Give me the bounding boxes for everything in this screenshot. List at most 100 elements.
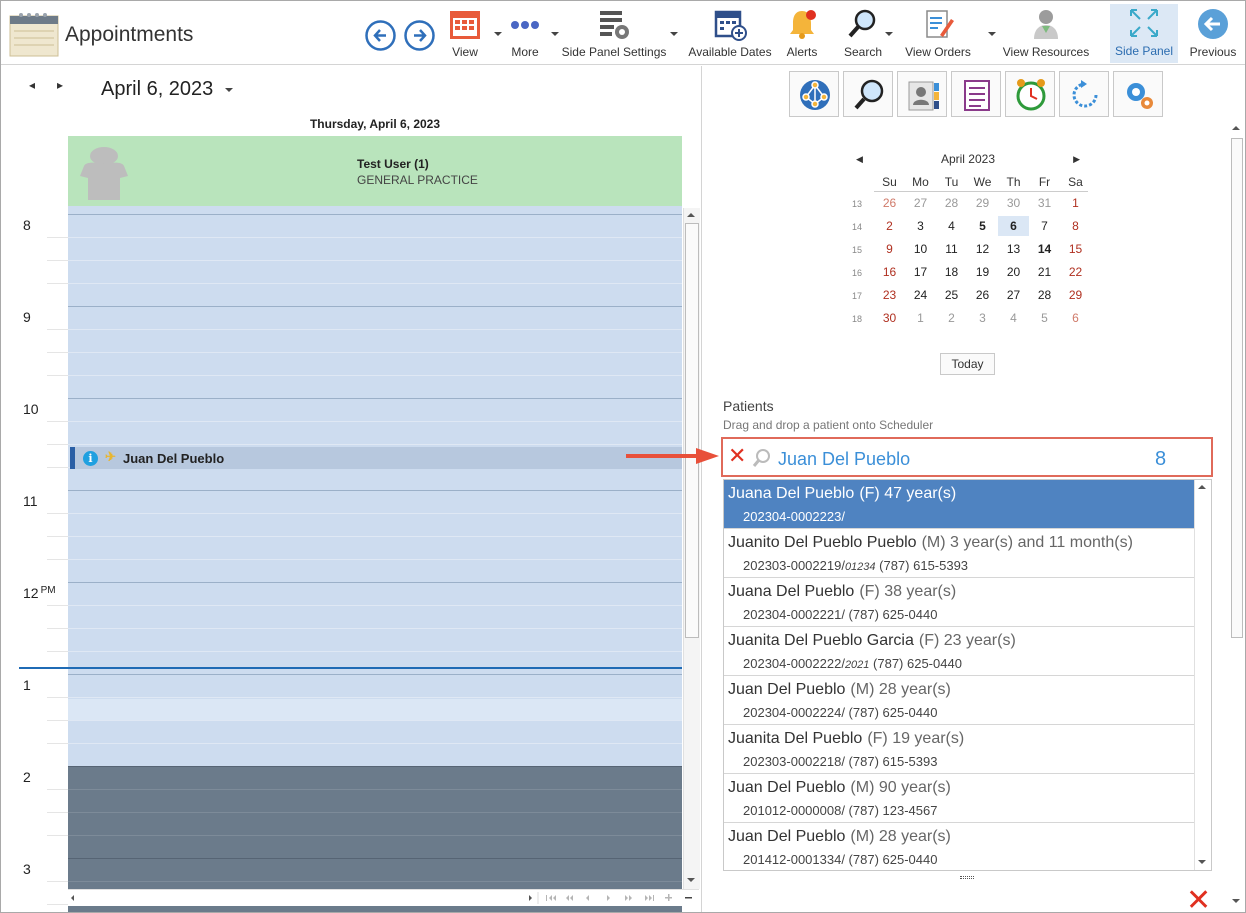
- patient-list-item[interactable]: Juanita Del Pueblo Garcia (F) 23 year(s) 2…: [724, 627, 1195, 676]
- date-dropdown-icon[interactable]: [225, 88, 233, 92]
- calendar-day[interactable]: 5: [967, 219, 998, 233]
- next-day-arrow-icon[interactable]: ▸: [57, 78, 63, 92]
- scroll-down-arrow[interactable]: [687, 878, 695, 882]
- panel-scroll-down-arrow[interactable]: [1232, 899, 1240, 903]
- calendar-day[interactable]: 29: [1060, 288, 1091, 302]
- calendar-day[interactable]: 9: [874, 242, 905, 256]
- patient-list-item[interactable]: Juana Del Pueblo (F) 47 year(s) 202304-000…: [724, 480, 1195, 529]
- calendar-day[interactable]: 20: [998, 265, 1029, 279]
- calendar-day[interactable]: 30: [874, 311, 905, 325]
- side-panel-settings-dropdown-arrow[interactable]: [670, 32, 678, 36]
- view-dropdown-arrow[interactable]: [494, 32, 502, 36]
- calendar-day[interactable]: 7: [1029, 219, 1060, 233]
- forward-nav-icon[interactable]: [404, 20, 435, 51]
- calendar-day[interactable]: 26: [874, 196, 905, 210]
- refresh-button[interactable]: [1059, 71, 1109, 117]
- date-title[interactable]: April 6, 2023: [101, 78, 213, 101]
- view-orders-button[interactable]: View Orders: [903, 5, 973, 63]
- calendar-day[interactable]: 15: [1060, 242, 1091, 256]
- calendar-day[interactable]: 25: [936, 288, 967, 302]
- calendar-day[interactable]: 4: [998, 311, 1029, 325]
- search-dropdown-arrow[interactable]: [885, 32, 893, 36]
- patient-list-item[interactable]: Juan Del Pueblo (M) 28 year(s) 202304-0002…: [724, 676, 1195, 725]
- side-panel-settings-button[interactable]: Side Panel Settings: [560, 5, 668, 63]
- calendar-day[interactable]: 23: [874, 288, 905, 302]
- search-button[interactable]: Search: [840, 5, 886, 63]
- calendar-day[interactable]: 1: [905, 311, 936, 325]
- calendar-day[interactable]: 28: [1029, 288, 1060, 302]
- network-button[interactable]: [789, 71, 839, 117]
- calendar-day[interactable]: 13: [998, 242, 1029, 256]
- calendar-day[interactable]: 18: [936, 265, 967, 279]
- next-month-arrow-icon[interactable]: ▶: [1073, 148, 1080, 170]
- previous-button[interactable]: Previous: [1186, 5, 1240, 63]
- scroll-nav-controls[interactable]: [68, 890, 699, 906]
- prev-month-arrow-icon[interactable]: ◀: [856, 148, 863, 170]
- calendar-day[interactable]: 4: [936, 219, 967, 233]
- calendar-day[interactable]: 29: [967, 196, 998, 210]
- calendar-day[interactable]: 27: [998, 288, 1029, 302]
- calendar-day[interactable]: 14: [1029, 242, 1060, 256]
- calendar-day[interactable]: 5: [1029, 311, 1060, 325]
- calendar-day[interactable]: 21: [1029, 265, 1060, 279]
- alerts-button[interactable]: Alerts: [781, 5, 823, 63]
- calendar-day[interactable]: 2: [936, 311, 967, 325]
- patient-list-item[interactable]: Juanita Del Pueblo (F) 19 year(s) 202303-0…: [724, 725, 1195, 774]
- scheduler-vertical-scrollbar[interactable]: [683, 208, 700, 889]
- patient-search-box[interactable]: ✕ Juan Del Pueblo 8: [721, 437, 1213, 477]
- calendar-day[interactable]: 30: [998, 196, 1029, 210]
- calendar-day[interactable]: 8: [1060, 219, 1091, 233]
- appointment-block[interactable]: i ✈ Juan Del Pueblo: [70, 447, 682, 469]
- list-scroll-down-arrow[interactable]: [1198, 860, 1206, 864]
- list-scroll-up-arrow[interactable]: [1198, 485, 1206, 489]
- calendar-day[interactable]: 27: [905, 196, 936, 210]
- patient-list-item[interactable]: Juana Del Pueblo (F) 38 year(s) 202304-000…: [724, 578, 1195, 627]
- side-panel-scrollbar[interactable]: [1229, 124, 1245, 909]
- time-grid[interactable]: 8 9 10 11 12 PM 1 2 3 i ✈ Juan Del Pueblo: [19, 206, 682, 912]
- more-button[interactable]: More: [504, 5, 546, 63]
- calendar-day[interactable]: 3: [905, 219, 936, 233]
- scheduler-horizontal-scrollbar[interactable]: [68, 889, 699, 906]
- back-nav-icon[interactable]: [365, 20, 396, 51]
- patient-list-item[interactable]: Juanito Del Pueblo Pueblo (M) 3 year(s) a…: [724, 529, 1195, 578]
- calendar-day[interactable]: 6: [998, 216, 1029, 236]
- scroll-thumb[interactable]: [685, 223, 699, 638]
- calendar-day[interactable]: 28: [936, 196, 967, 210]
- patient-search-input[interactable]: Juan Del Pueblo: [778, 449, 910, 470]
- panel-scroll-thumb[interactable]: [1231, 138, 1243, 638]
- patient-search-button[interactable]: [843, 71, 893, 117]
- calendar-day[interactable]: 2: [874, 219, 905, 233]
- view-orders-dropdown-arrow[interactable]: [988, 32, 996, 36]
- more-dropdown-arrow[interactable]: [551, 32, 559, 36]
- patient-list-item[interactable]: Juan Del Pueblo (M) 28 year(s) 201412-0001…: [724, 823, 1195, 870]
- calendar-day[interactable]: 17: [905, 265, 936, 279]
- patient-list-item[interactable]: Juan Del Pueblo (M) 90 year(s) 201012-0000…: [724, 774, 1195, 823]
- calendar-day[interactable]: 11: [936, 242, 967, 256]
- calendar-day[interactable]: 6: [1060, 311, 1091, 325]
- reminder-button[interactable]: [1005, 71, 1055, 117]
- view-button[interactable]: View: [443, 5, 487, 63]
- calendar-day[interactable]: 12: [967, 242, 998, 256]
- calendar-day[interactable]: 22: [1060, 265, 1091, 279]
- patient-list-scrollbar[interactable]: [1194, 480, 1211, 870]
- checklist-button[interactable]: [951, 71, 1001, 117]
- calendar-day[interactable]: 26: [967, 288, 998, 302]
- patient-results-list[interactable]: Juana Del Pueblo (F) 47 year(s) 202304-000…: [723, 479, 1212, 871]
- scroll-up-arrow[interactable]: [687, 213, 695, 217]
- clear-search-icon[interactable]: ✕: [728, 445, 746, 467]
- close-panel-icon[interactable]: ✕: [1186, 886, 1211, 913]
- calendar-day[interactable]: 31: [1029, 196, 1060, 210]
- today-button[interactable]: Today: [940, 353, 995, 375]
- panel-scroll-up-arrow[interactable]: [1232, 126, 1240, 130]
- calendar-day[interactable]: 3: [967, 311, 998, 325]
- resize-grip[interactable]: [960, 876, 974, 879]
- settings-button[interactable]: [1113, 71, 1163, 117]
- info-icon[interactable]: i: [83, 451, 98, 466]
- contacts-button[interactable]: [897, 71, 947, 117]
- available-dates-button[interactable]: Available Dates: [686, 5, 774, 63]
- calendar-day[interactable]: 19: [967, 265, 998, 279]
- side-panel-button[interactable]: Side Panel: [1110, 4, 1178, 63]
- calendar-day[interactable]: 24: [905, 288, 936, 302]
- calendar-day[interactable]: 10: [905, 242, 936, 256]
- calendar-day[interactable]: 1: [1060, 196, 1091, 210]
